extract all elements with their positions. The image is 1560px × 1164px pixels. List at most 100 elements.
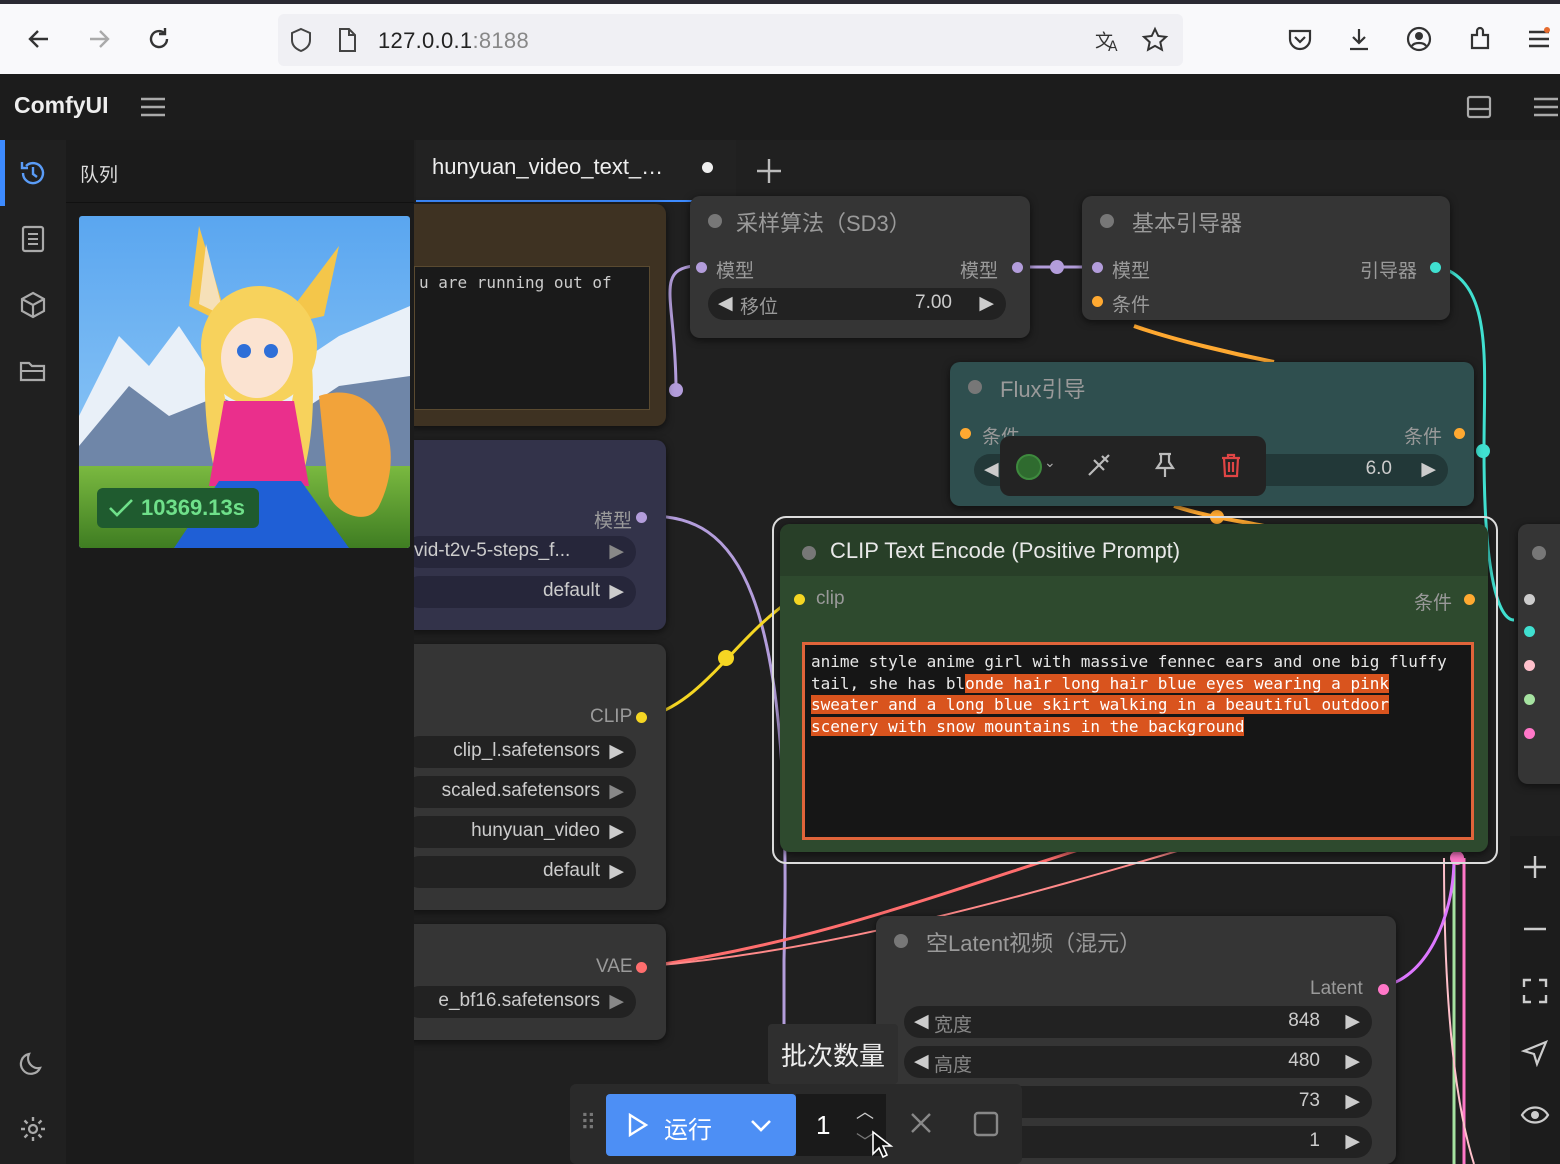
model-sampling-sd3-node[interactable]: 采样算法（SD3） 模型 模型 ◀ 移位 7.00 ▶ bbox=[690, 196, 1030, 338]
forward-icon[interactable] bbox=[82, 22, 116, 56]
increment-arrow-icon[interactable]: ▶ bbox=[979, 292, 994, 315]
run-button[interactable]: 运行 bbox=[606, 1094, 796, 1156]
clip-name1-widget[interactable]: clip_l.safetensors ▶ bbox=[414, 736, 636, 768]
shift-widget[interactable]: ◀ 移位 7.00 ▶ bbox=[708, 288, 1006, 320]
zoom-out-minus-icon[interactable] bbox=[1520, 914, 1550, 944]
graph-canvas[interactable]: hunyuan_video_text_… u are running out o… bbox=[414, 140, 1560, 1164]
note-textarea[interactable]: u are running out of bbox=[414, 266, 650, 410]
collapse-dot-icon[interactable] bbox=[894, 934, 908, 948]
drag-handle-icon[interactable]: ⠿ bbox=[580, 1110, 596, 1136]
input-clip-socket[interactable] bbox=[794, 594, 805, 605]
star-icon[interactable] bbox=[1138, 23, 1172, 57]
output-vae-socket[interactable] bbox=[636, 962, 647, 973]
pin-icon[interactable] bbox=[1150, 450, 1180, 485]
height-widget[interactable]: ◀ 高度 480 ▶ bbox=[904, 1046, 1372, 1078]
delete-trash-icon[interactable] bbox=[1216, 450, 1246, 485]
width-label: 宽度 bbox=[934, 1015, 973, 1036]
back-icon[interactable] bbox=[22, 22, 56, 56]
queue-history-icon[interactable] bbox=[14, 154, 52, 192]
pocket-icon[interactable] bbox=[1283, 22, 1317, 56]
translate-icon[interactable]: 文A bbox=[1090, 23, 1124, 57]
extensions-icon[interactable] bbox=[1463, 22, 1497, 56]
input-model-socket[interactable] bbox=[696, 262, 707, 273]
unsaved-dot-icon[interactable] bbox=[702, 162, 713, 173]
shift-label: 移位 bbox=[740, 297, 779, 318]
increment-arrow-icon[interactable]: ▶ bbox=[1345, 1050, 1360, 1073]
dual-clip-loader-node[interactable]: CLIP clip_l.safetensors ▶ scaled.safetens… bbox=[414, 644, 666, 910]
clip-name2-widget[interactable]: scaled.safetensors ▶ bbox=[414, 776, 636, 808]
stop-square-icon[interactable] bbox=[972, 1110, 1000, 1138]
vae-name-widget[interactable]: e_bf16.safetensors ▶ bbox=[414, 986, 636, 1018]
basic-guider-node[interactable]: 基本引导器 模型 条件 引导器 bbox=[1082, 196, 1450, 320]
output-latent-label: Latent bbox=[1310, 978, 1363, 999]
collapse-dot-icon[interactable] bbox=[968, 380, 982, 394]
output-conditioning-socket[interactable] bbox=[1454, 428, 1465, 439]
decrement-arrow-icon[interactable]: ◀ bbox=[914, 1050, 929, 1073]
browser-toolbar: 127.0.0.1:8188 文A bbox=[0, 0, 1560, 74]
queue-item-thumbnail[interactable]: 10369.13s bbox=[79, 216, 410, 548]
output-conditioning-socket[interactable] bbox=[1464, 594, 1475, 605]
unet-name-widget[interactable]: vid-t2v-5-steps_f... ▶ bbox=[414, 536, 636, 568]
play-icon bbox=[628, 1112, 649, 1138]
zoom-in-plus-icon[interactable] bbox=[1520, 852, 1550, 882]
decrement-arrow-icon[interactable]: ◀ bbox=[718, 292, 733, 315]
run-options-chevron-icon[interactable] bbox=[748, 1116, 774, 1136]
chevron-down-icon[interactable]: ⌄ bbox=[1044, 454, 1056, 471]
unet-loader-node[interactable]: 模型 vid-t2v-5-steps_f... ▶ default ▶ bbox=[414, 440, 666, 630]
decrement-arrow-icon[interactable]: ◀ bbox=[984, 458, 999, 481]
account-icon[interactable] bbox=[1402, 22, 1436, 56]
output-model-socket[interactable] bbox=[636, 512, 647, 523]
model-library-icon[interactable] bbox=[14, 286, 52, 324]
theme-moon-icon[interactable] bbox=[14, 1044, 52, 1082]
collapse-dot-icon[interactable] bbox=[802, 546, 816, 560]
bypass-icon[interactable] bbox=[1084, 450, 1114, 485]
tab-workflow[interactable]: hunyuan_video_text_… bbox=[416, 140, 736, 202]
increment-arrow-icon[interactable]: ▶ bbox=[1345, 1090, 1360, 1113]
browser-menu-icon[interactable] bbox=[1522, 22, 1556, 56]
input-model-socket[interactable] bbox=[1092, 262, 1103, 273]
weight-dtype-widget[interactable]: default ▶ bbox=[414, 576, 636, 608]
reload-icon[interactable] bbox=[142, 22, 176, 56]
input-conditioning-socket[interactable] bbox=[960, 428, 971, 439]
topbar-menu-icon[interactable] bbox=[1528, 90, 1560, 124]
note-node[interactable]: u are running out of bbox=[414, 204, 666, 426]
increment-arrow-icon[interactable]: ▶ bbox=[1345, 1130, 1360, 1153]
vae-loader-node[interactable]: VAE e_bf16.safetensors ▶ bbox=[414, 924, 666, 1040]
collapse-dot-icon[interactable] bbox=[708, 214, 722, 228]
output-vae-label: VAE bbox=[596, 956, 633, 977]
new-tab-plus-icon[interactable] bbox=[754, 156, 784, 191]
input-conditioning-socket[interactable] bbox=[1092, 296, 1103, 307]
download-icon[interactable] bbox=[1342, 22, 1376, 56]
color-picker-icon[interactable] bbox=[1016, 454, 1042, 480]
output-clip-socket[interactable] bbox=[636, 712, 647, 723]
collapse-dot-icon[interactable] bbox=[1100, 214, 1114, 228]
increment-arrow-icon[interactable]: ▶ bbox=[1345, 1010, 1360, 1033]
output-guider-socket[interactable] bbox=[1430, 262, 1441, 273]
settings-gear-icon[interactable] bbox=[14, 1110, 52, 1148]
address-bar[interactable]: 127.0.0.1:8188 文A bbox=[278, 14, 1183, 66]
increment-chevron-icon[interactable]: ︿ bbox=[856, 1098, 874, 1124]
node-library-icon[interactable] bbox=[14, 220, 52, 258]
clip-device-widget[interactable]: default ▶ bbox=[414, 856, 636, 888]
prompt-textarea[interactable]: anime style anime girl with massive fenn… bbox=[802, 642, 1474, 840]
node-title: Flux引导 bbox=[1000, 377, 1086, 402]
output-model-socket[interactable] bbox=[1012, 262, 1023, 273]
output-latent-socket[interactable] bbox=[1378, 984, 1389, 995]
sampler-node-partial[interactable] bbox=[1518, 524, 1560, 784]
side-toolbar bbox=[0, 140, 66, 1164]
workflows-folder-icon[interactable] bbox=[14, 352, 52, 390]
width-widget[interactable]: ◀ 宽度 848 ▶ bbox=[904, 1006, 1372, 1038]
shield-icon[interactable] bbox=[284, 23, 318, 57]
url-text[interactable]: 127.0.0.1:8188 bbox=[378, 28, 529, 54]
increment-arrow-icon[interactable]: ▶ bbox=[1421, 458, 1436, 481]
app-menu-icon[interactable] bbox=[136, 90, 170, 124]
panel-toggle-icon[interactable] bbox=[1462, 90, 1496, 124]
cancel-x-icon[interactable] bbox=[908, 1110, 934, 1136]
select-mode-arrow-icon[interactable] bbox=[1520, 1038, 1550, 1068]
fit-view-icon[interactable] bbox=[1520, 976, 1550, 1006]
clip-text-encode-node[interactable]: CLIP Text Encode (Positive Prompt) clip … bbox=[780, 524, 1488, 852]
decrement-arrow-icon[interactable]: ◀ bbox=[914, 1010, 929, 1033]
queue-panel: 队列 10369.13s bbox=[66, 140, 414, 1164]
clip-type-widget[interactable]: hunyuan_video ▶ bbox=[414, 816, 636, 848]
toggle-links-eye-icon[interactable] bbox=[1520, 1100, 1550, 1130]
